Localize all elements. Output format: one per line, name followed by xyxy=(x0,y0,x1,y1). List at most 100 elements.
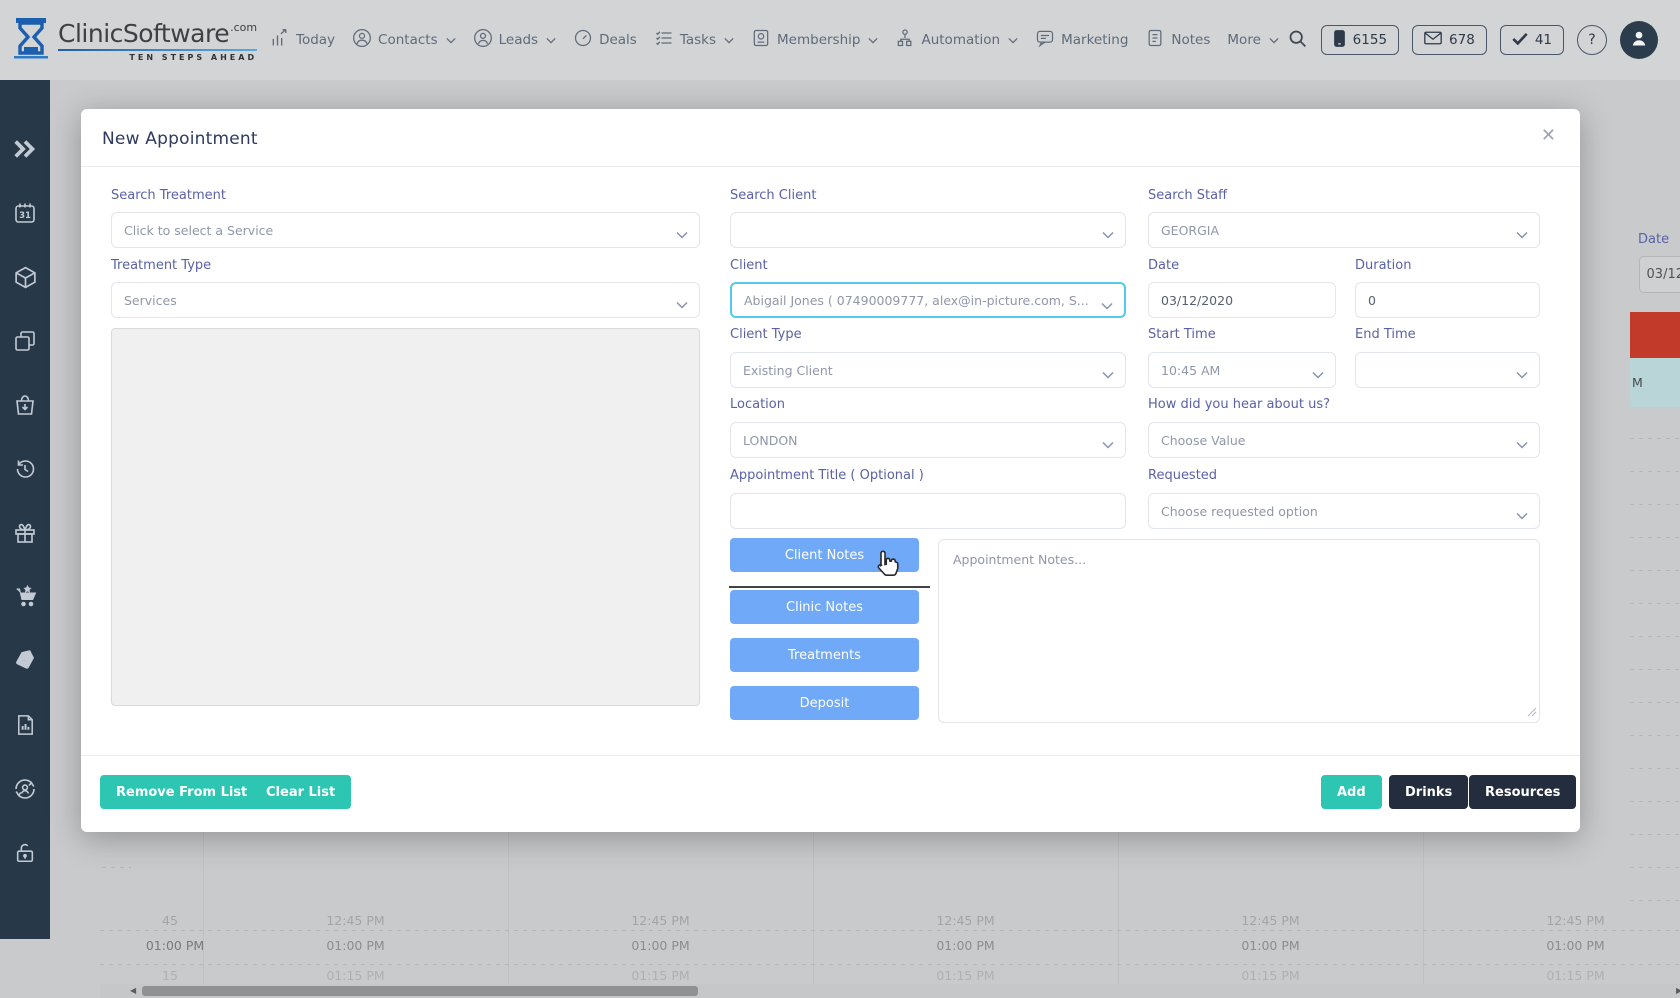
scroll-right-icon[interactable]: ▶ xyxy=(1676,987,1680,995)
slot-0100[interactable]: 01:00 PM xyxy=(1118,938,1423,953)
grid-dash xyxy=(1630,768,1680,769)
slot-0100[interactable]: 01:00 PM xyxy=(508,938,813,953)
slot-0115[interactable]: 01:15 PM xyxy=(508,968,813,983)
calendar-event-teal[interactable]: M xyxy=(1630,358,1680,407)
grid-dash xyxy=(1630,438,1680,439)
slot-0115[interactable]: 01:15 PM xyxy=(813,968,1118,983)
slot-1245[interactable]: 12:45 PM xyxy=(203,913,508,928)
deposit-button[interactable]: Deposit xyxy=(730,686,919,720)
grid-column-line xyxy=(203,828,204,984)
new-appointment-modal: New Appointment ✕ Search Treatment Click… xyxy=(81,109,1580,832)
chevron-down-icon xyxy=(1008,32,1018,48)
nav-item-today[interactable]: Today xyxy=(270,28,335,52)
left-sidebar: 31 $ xyxy=(0,80,50,939)
horizontal-scrollbar-thumb[interactable] xyxy=(142,986,698,996)
grid-dash xyxy=(1630,504,1680,505)
copy-icon[interactable] xyxy=(12,328,38,354)
navbar-right: 6155 678 41 ? xyxy=(1287,21,1658,59)
date-input[interactable]: 03/12/2020 xyxy=(1148,282,1336,318)
grid-dash xyxy=(1630,834,1680,835)
slot-0115[interactable]: 01:15 PM xyxy=(1423,968,1680,983)
contacts-icon xyxy=(352,28,372,52)
gift-icon[interactable] xyxy=(12,520,38,546)
chevron-down-icon xyxy=(1102,227,1114,242)
price-tag-icon[interactable]: $ xyxy=(12,648,38,674)
report-icon[interactable] xyxy=(12,712,38,738)
appointment-title-label: Appointment Title ( Optional ) xyxy=(730,468,924,483)
nav-item-notes[interactable]: Notes xyxy=(1145,28,1210,52)
bg-date-value[interactable]: 03/12/2020 xyxy=(1639,256,1680,293)
history-icon[interactable] xyxy=(12,456,38,482)
phone-counter-button[interactable]: 6155 xyxy=(1321,25,1399,55)
requested-select[interactable]: Choose requested option xyxy=(1148,493,1540,529)
scroll-left-icon[interactable]: ◀ xyxy=(130,987,136,995)
client-type-select[interactable]: Existing Client xyxy=(730,352,1126,388)
treatment-type-select[interactable]: Services xyxy=(111,282,700,318)
nav-item-membership[interactable]: Membership xyxy=(751,28,878,52)
profile-avatar[interactable] xyxy=(1620,21,1658,59)
mail-counter-button[interactable]: 678 xyxy=(1412,25,1487,55)
grid-column-line xyxy=(508,828,509,984)
expand-sidebar-icon[interactable] xyxy=(12,136,38,162)
slot-1245[interactable]: 12:45 PM xyxy=(1118,913,1423,928)
slot-0115[interactable]: 01:15 PM xyxy=(203,968,508,983)
appointment-title-input[interactable] xyxy=(730,493,1126,529)
search-treatment-select[interactable]: Click to select a Service xyxy=(111,212,700,248)
remove-from-list-button[interactable]: Remove From List xyxy=(100,775,263,809)
slot-1245[interactable]: 12:45 PM xyxy=(813,913,1118,928)
resize-grip-icon[interactable] xyxy=(1527,705,1537,720)
slot-1245[interactable]: 12:45 PM xyxy=(1423,913,1680,928)
add-button[interactable]: Add xyxy=(1321,775,1382,809)
package-icon[interactable] xyxy=(12,264,38,290)
grid-dash xyxy=(1630,603,1680,604)
tasks-counter-button[interactable]: 41 xyxy=(1500,25,1564,55)
start-time-select[interactable]: 10:45 AM xyxy=(1148,352,1336,388)
chevron-down-icon xyxy=(676,297,688,312)
slot-1245[interactable]: 12:45 PM xyxy=(508,913,813,928)
grid-dash xyxy=(1630,471,1680,472)
slot-0100[interactable]: 01:00 PM xyxy=(1423,938,1680,953)
clinic-notes-button[interactable]: Clinic Notes xyxy=(730,590,919,624)
nav-item-contacts[interactable]: Contacts xyxy=(352,28,456,52)
lock-icon[interactable] xyxy=(12,840,38,866)
duration-input[interactable]: 0 xyxy=(1355,282,1540,318)
nav-item-more[interactable]: More xyxy=(1227,32,1278,48)
nav-item-leads[interactable]: Leads xyxy=(473,28,556,52)
end-time-select[interactable] xyxy=(1355,352,1540,388)
nav-item-marketing[interactable]: Marketing xyxy=(1035,28,1128,52)
search-staff-select[interactable]: GEORGIA xyxy=(1148,212,1540,248)
search-icon[interactable] xyxy=(1287,28,1308,53)
nav-item-tasks[interactable]: Tasks xyxy=(654,28,734,52)
drinks-button[interactable]: Drinks xyxy=(1389,775,1468,809)
clear-list-button[interactable]: Clear List xyxy=(250,775,351,809)
help-button[interactable]: ? xyxy=(1577,25,1607,55)
calendar-icon[interactable]: 31 xyxy=(12,200,38,226)
logo-tld: .com xyxy=(230,21,257,34)
chevron-down-icon xyxy=(1312,367,1324,382)
grid-column-line xyxy=(1423,828,1424,984)
location-select[interactable]: LONDON xyxy=(730,422,1126,458)
slot-0115[interactable]: 01:15 PM xyxy=(1118,968,1423,983)
requested-label: Requested xyxy=(1148,468,1217,483)
nav-item-deals[interactable]: Deals xyxy=(573,28,637,52)
resources-button[interactable]: Resources xyxy=(1469,775,1576,809)
cart-solid-icon[interactable] xyxy=(12,584,38,610)
appointment-notes-textarea[interactable]: Appointment Notes... xyxy=(938,539,1540,723)
search-client-select[interactable] xyxy=(730,212,1126,248)
date-label: Date xyxy=(1148,258,1179,273)
shopping-bag-icon[interactable] xyxy=(12,392,38,418)
calendar-event-red[interactable] xyxy=(1630,312,1680,358)
search-staff-label: Search Staff xyxy=(1148,188,1227,203)
grid-dash xyxy=(1630,735,1680,736)
mail-icon xyxy=(1424,31,1442,49)
nav-item-automation[interactable]: Automation xyxy=(895,28,1018,52)
client-sync-icon[interactable] xyxy=(12,776,38,802)
app-logo[interactable]: ClinicSoftware .com TEN STEPS AHEAD xyxy=(12,16,252,64)
slot-0100[interactable]: 01:00 PM xyxy=(203,938,508,953)
slot-0100[interactable]: 01:00 PM xyxy=(813,938,1118,953)
treatments-button[interactable]: Treatments xyxy=(730,638,919,672)
chevron-down-icon xyxy=(1102,367,1114,382)
client-select[interactable]: Abigail Jones ( 07490009777, alex@in-pic… xyxy=(730,282,1126,318)
close-icon[interactable]: ✕ xyxy=(1541,125,1556,146)
hear-about-select[interactable]: Choose Value xyxy=(1148,422,1540,458)
